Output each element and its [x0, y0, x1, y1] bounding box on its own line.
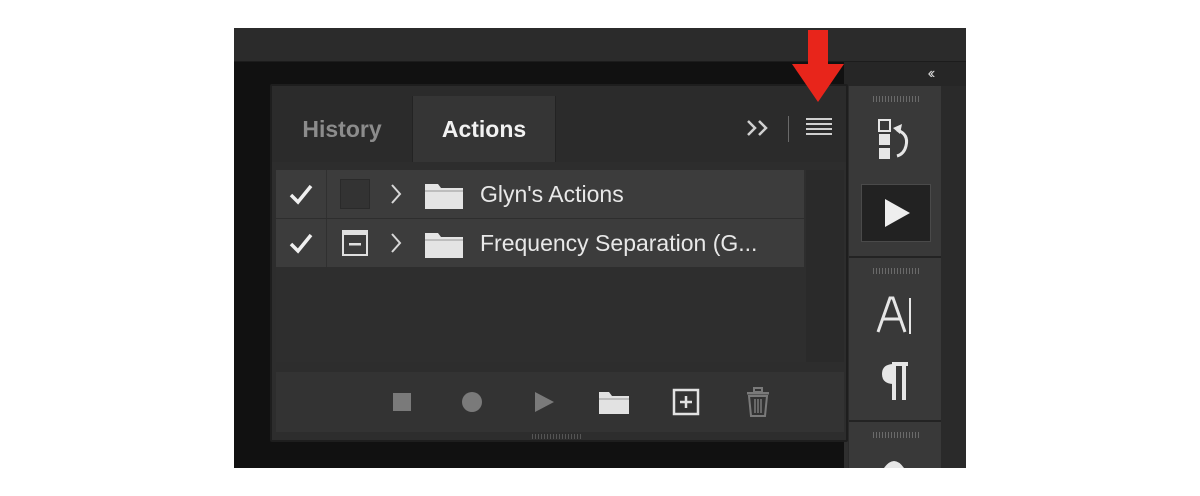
character-icon — [876, 296, 911, 334]
action-set-label: Frequency Separation (G... — [480, 230, 758, 256]
actions-dock-button[interactable] — [861, 184, 931, 242]
checkmark-icon — [289, 233, 313, 254]
folder-icon — [425, 184, 463, 209]
partial-icon — [884, 461, 904, 468]
folder-icon — [425, 233, 463, 258]
actions-panel: History Actions Glyn's Actions Frequency… — [270, 84, 848, 442]
list-item[interactable]: Frequency Separation (G... — [276, 219, 804, 268]
create-new-action-button[interactable] — [670, 386, 702, 418]
dock-edge — [942, 86, 966, 468]
scrollbar[interactable] — [806, 170, 844, 362]
collapse-dock-button[interactable]: ‹‹ — [900, 64, 960, 84]
next-dock-button[interactable] — [879, 454, 909, 468]
panel-tab-bar: History Actions — [272, 86, 846, 162]
red-arrow-down-icon — [792, 30, 844, 102]
dialog-toggle[interactable] — [327, 170, 383, 218]
photoshop-workspace: ‹‹ History Actions Glyn's Actions Freque… — [234, 28, 966, 468]
record-icon — [462, 392, 482, 412]
new-action-icon — [672, 388, 700, 416]
history-dock-button[interactable] — [871, 116, 919, 164]
panel-footer — [276, 372, 844, 432]
expand-chevron-icon[interactable] — [386, 182, 406, 206]
paragraph-icon — [882, 362, 908, 400]
play-selection-button[interactable] — [528, 386, 560, 418]
dialog-partial-icon — [342, 230, 368, 256]
actions-list: Glyn's Actions Frequency Separation (G..… — [276, 170, 844, 362]
panel-resize-grip[interactable] — [532, 434, 582, 439]
dock-divider — [849, 256, 941, 258]
double-chevron-right-icon[interactable] — [744, 114, 774, 142]
hamburger-menu-icon[interactable] — [806, 118, 832, 140]
delete-button[interactable] — [742, 386, 774, 418]
checkmark-icon — [289, 184, 313, 205]
toggle-item-checkbox[interactable] — [276, 219, 327, 267]
action-set-label: Glyn's Actions — [480, 181, 624, 207]
options-bar — [234, 28, 966, 62]
dock-grip[interactable] — [873, 268, 919, 274]
history-icon — [878, 119, 909, 159]
dock-grip[interactable] — [873, 96, 919, 102]
dialog-off-icon — [340, 179, 370, 209]
dock-divider — [849, 420, 941, 422]
icon-dock — [848, 86, 942, 468]
record-button[interactable] — [456, 386, 488, 418]
toggle-item-checkbox[interactable] — [276, 170, 327, 218]
actions-play-icon — [885, 199, 910, 227]
stop-icon — [393, 393, 411, 411]
paragraph-dock-button[interactable] — [871, 356, 919, 406]
tab-actions[interactable]: Actions — [412, 96, 556, 162]
folder-icon — [599, 392, 629, 414]
expand-chevron-icon[interactable] — [386, 231, 406, 255]
trash-icon — [747, 387, 769, 417]
play-icon — [535, 392, 554, 412]
stop-button[interactable] — [386, 386, 418, 418]
tab-bar-divider — [788, 116, 789, 142]
list-item[interactable]: Glyn's Actions — [276, 170, 804, 219]
tab-history[interactable]: History — [272, 96, 412, 162]
create-new-set-button[interactable] — [594, 386, 634, 418]
dock-header: ‹‹ — [844, 62, 966, 87]
dialog-toggle[interactable] — [327, 219, 383, 267]
dock-grip[interactable] — [873, 432, 919, 438]
character-dock-button[interactable] — [871, 290, 919, 340]
